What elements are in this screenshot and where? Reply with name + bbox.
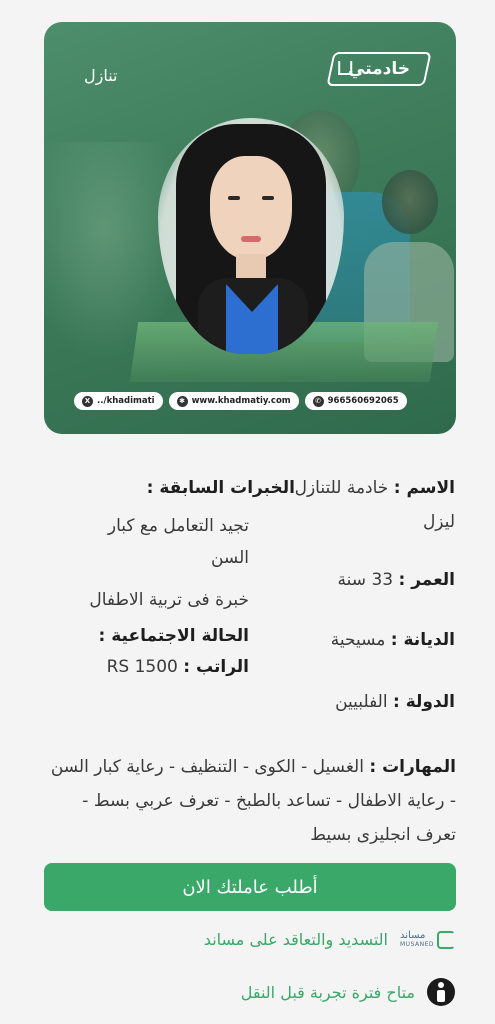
musaned-logo-en: MUSANED [400, 940, 434, 948]
religion-line: الديانة : مسيحية [331, 630, 455, 650]
globe-icon: ✱ [176, 395, 188, 407]
age-label: العمر : [398, 570, 456, 590]
age-value: 33 سنة [337, 570, 394, 590]
experience-label: الخبرات السابقة : [146, 478, 295, 498]
salary-value: RS 1500 [106, 657, 178, 677]
accessibility-icon [427, 978, 455, 1006]
skills-paragraph: المهارات : الغسيل - الكوى - التنظيف - رع… [40, 750, 456, 852]
name-value: خادمة للتنازل [294, 478, 389, 498]
experience-item: تجيد التعامل مع كبار [107, 516, 249, 536]
salary-label: الراتب : [183, 657, 249, 677]
x-icon: X [82, 395, 93, 407]
x-handle-text: ../khadimati [97, 396, 155, 406]
khadimati-logo: خادمتي [326, 52, 432, 86]
country-value: الفلبيين [335, 692, 388, 712]
social-status-label: الحالة الاجتماعية : [98, 626, 250, 646]
salary-line: الراتب : RS 1500 [107, 657, 249, 677]
experience-item-cont: السن [210, 548, 249, 568]
musaned-mark-icon [437, 930, 455, 949]
transfer-tag: تنازل [84, 66, 118, 85]
worker-portrait [158, 118, 344, 354]
musaned-logo: مساند MUSANED [400, 929, 455, 949]
name-continued: ليزل [422, 512, 455, 532]
logo-text: خادمتي [347, 59, 411, 79]
website-text: www.khadmatiy.com [191, 396, 291, 406]
name-label: الاسم : [393, 478, 455, 498]
experience-item: خبرة فى تربية الاطفال [89, 590, 249, 610]
phone-text: 966560692065 [327, 396, 399, 406]
age-line: العمر : 33 سنة [338, 570, 455, 590]
country-label: الدولة : [392, 692, 455, 712]
x-handle-pill[interactable]: X ../khadimati [74, 392, 163, 410]
country-line: الدولة : الفلبيين [335, 692, 455, 712]
skills-label: المهارات : [369, 757, 456, 777]
phone-pill[interactable]: ✆ 966560692065 [304, 392, 407, 410]
order-worker-button[interactable]: أطلب عاملتك الان [44, 863, 456, 911]
musaned-text: التسديد والتعاقد على مساند [203, 930, 388, 949]
name-line: الاسم : خادمة للتنازل [295, 478, 455, 498]
phone-icon: ✆ [312, 395, 324, 407]
religion-label: الديانة : [390, 630, 455, 650]
musaned-feature: مساند MUSANED التسديد والتعاقد على مساند [204, 930, 455, 949]
trial-feature: متاح فترة تجربة قبل النقل [241, 978, 455, 1006]
worker-photo-card: تنازل خادمتي X ../khadimati ✱ www.khadma… [44, 22, 456, 434]
religion-value: مسيحية [330, 630, 386, 650]
musaned-logo-ar: مساند [400, 929, 426, 941]
background-figure [382, 170, 438, 234]
trial-text: متاح فترة تجربة قبل النقل [240, 982, 415, 1002]
website-pill[interactable]: ✱ www.khadmatiy.com [168, 392, 299, 410]
contact-bar: X ../khadimati ✱ www.khadmatiy.com ✆ 966… [74, 392, 407, 410]
